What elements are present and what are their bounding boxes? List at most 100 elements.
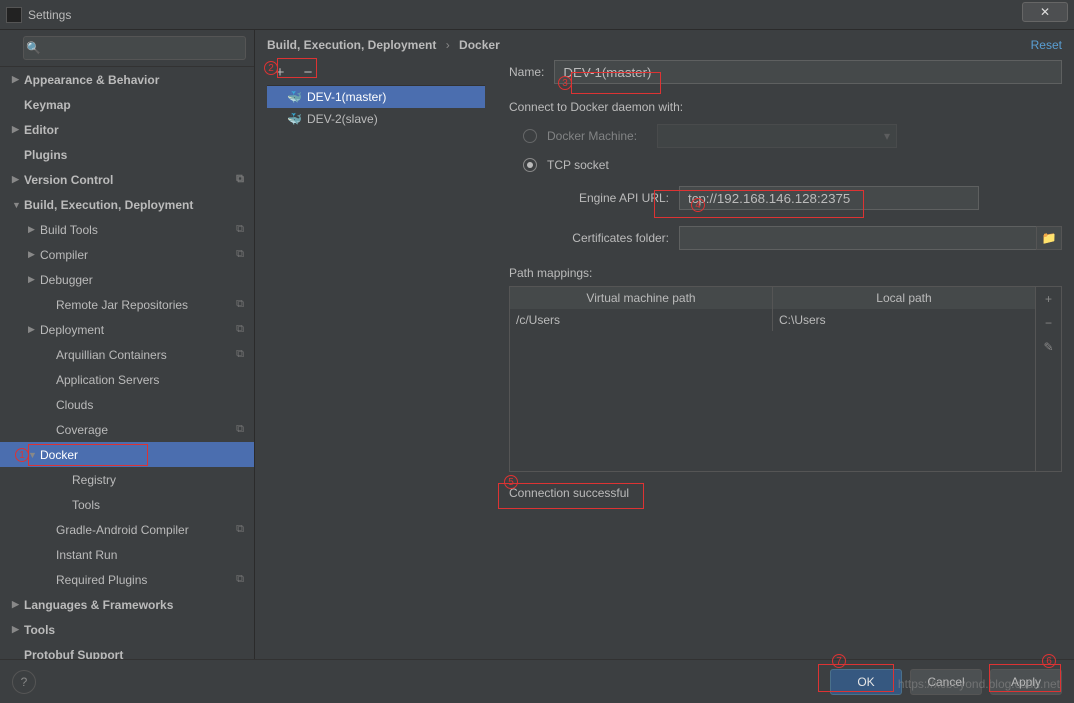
sidebar-item-label: Tools <box>72 498 100 512</box>
sidebar-item-label: Build, Execution, Deployment <box>24 198 193 212</box>
sidebar-item-label: Docker <box>40 448 78 462</box>
cert-folder-label: Certificates folder: <box>549 231 669 245</box>
project-scope-icon: ⧉ <box>236 298 244 311</box>
tcp-socket-label: TCP socket <box>547 158 609 172</box>
docker-item-label: DEV-1(master) <box>307 90 386 104</box>
path-mappings-label: Path mappings: <box>509 266 1062 280</box>
expand-arrow-icon: ▼ <box>28 450 40 460</box>
project-scope-icon: ⧉ <box>236 348 244 361</box>
breadcrumb-separator: › <box>446 38 450 52</box>
project-scope-icon: ⧉ <box>236 423 244 436</box>
sidebar-item-label: Instant Run <box>56 548 117 562</box>
expand-arrow-icon: ▶ <box>12 174 24 185</box>
path-mappings-table[interactable]: Virtual machine path Local path /c/Users… <box>509 286 1036 472</box>
sidebar-item-coverage[interactable]: Coverage ⧉ <box>0 417 254 442</box>
connect-section-label: Connect to Docker daemon with: <box>509 100 1062 114</box>
sidebar-item-gradle-android-compiler[interactable]: Gradle-Android Compiler⧉ <box>0 517 254 542</box>
sidebar-item-arquillian-containers[interactable]: Arquillian Containers ⧉ <box>0 342 254 367</box>
col-vm-path: Virtual machine path <box>510 287 773 309</box>
expand-arrow-icon: ▶ <box>12 124 24 135</box>
docker-machine-combo[interactable]: ▾ <box>657 124 897 148</box>
docker-item-dev-1-master-[interactable]: 🐳 DEV-1(master) <box>267 86 485 108</box>
expand-arrow-icon: ▼ <box>12 200 24 210</box>
sidebar-item-remote-jar-repositories[interactable]: Remote Jar Repositories ⧉ <box>0 292 254 317</box>
sidebar-item-label: Protobuf Support <box>24 648 123 660</box>
sidebar-item-instant-run[interactable]: Instant Run <box>0 542 254 567</box>
sidebar-item-label: Editor <box>24 123 59 137</box>
sidebar-item-tools[interactable]: ▶Tools <box>0 617 254 642</box>
sidebar-item-compiler[interactable]: ▶Compiler⧉ <box>0 242 254 267</box>
mapping-remove-button[interactable]: − <box>1036 311 1061 335</box>
sidebar-item-required-plugins[interactable]: Required Plugins⧉ <box>0 567 254 592</box>
sidebar-item-build-tools[interactable]: ▶Build Tools⧉ <box>0 217 254 242</box>
name-label: Name: <box>509 65 544 79</box>
sidebar-item-tools[interactable]: Tools <box>0 492 254 517</box>
sidebar-item-label: Required Plugins <box>56 573 147 587</box>
ok-button[interactable]: OK <box>830 669 902 695</box>
table-row[interactable]: /c/Users C:\Users <box>510 309 1035 331</box>
docker-icon: 🐳 <box>287 90 301 104</box>
sidebar-item-label: Plugins <box>24 148 67 162</box>
docker-list-toolbar: + − <box>267 60 485 86</box>
settings-sidebar: 🔍 ▶Appearance & BehaviorKeymap▶EditorPlu… <box>0 30 255 659</box>
settings-tree[interactable]: ▶Appearance & BehaviorKeymap▶EditorPlugi… <box>0 67 254 659</box>
tcp-socket-radio[interactable] <box>523 158 537 172</box>
expand-arrow-icon: ▶ <box>12 74 24 85</box>
sidebar-item-plugins[interactable]: Plugins <box>0 142 254 167</box>
browse-folder-button[interactable]: 📁 <box>1036 226 1062 250</box>
sidebar-item-label: Tools <box>24 623 55 637</box>
mapping-edit-button[interactable]: ✎ <box>1036 335 1061 359</box>
sidebar-item-deployment[interactable]: ▶Deployment⧉ <box>0 317 254 342</box>
name-input[interactable] <box>554 60 1062 84</box>
sidebar-item-label: Keymap <box>24 98 71 112</box>
sidebar-item-appearance-behavior[interactable]: ▶Appearance & Behavior <box>0 67 254 92</box>
sidebar-item-docker[interactable]: ▼Docker <box>0 442 254 467</box>
close-button[interactable]: ✕ <box>1022 2 1068 22</box>
breadcrumb-part1: Build, Execution, Deployment <box>267 38 436 52</box>
sidebar-item-label: Remote Jar Repositories <box>56 298 188 312</box>
expand-arrow-icon: ▶ <box>28 224 40 235</box>
sidebar-item-label: Arquillian Containers <box>56 348 167 362</box>
window-title: Settings <box>28 8 1022 22</box>
search-input[interactable] <box>23 36 246 60</box>
engine-url-input[interactable] <box>679 186 979 210</box>
breadcrumb: Build, Execution, Deployment › Docker <box>267 38 500 52</box>
project-scope-icon: ⧉ <box>236 523 244 536</box>
apply-button[interactable]: Apply <box>990 669 1062 695</box>
sidebar-item-label: Languages & Frameworks <box>24 598 173 612</box>
expand-arrow-icon: ▶ <box>28 324 40 335</box>
sidebar-item-clouds[interactable]: Clouds <box>0 392 254 417</box>
sidebar-item-editor[interactable]: ▶Editor <box>0 117 254 142</box>
project-scope-icon: ⧉ <box>236 173 244 186</box>
sidebar-item-debugger[interactable]: ▶Debugger <box>0 267 254 292</box>
docker-list[interactable]: 🐳 DEV-1(master) 🐳DEV-2(slave) <box>267 86 485 659</box>
add-docker-button[interactable]: + <box>271 64 289 82</box>
sidebar-item-label: Deployment <box>40 323 104 337</box>
sidebar-item-application-servers[interactable]: Application Servers <box>0 367 254 392</box>
sidebar-item-version-control[interactable]: ▶Version Control⧉ <box>0 167 254 192</box>
cell-local-path: C:\Users <box>773 309 1035 331</box>
sidebar-item-label: Debugger <box>40 273 93 287</box>
reset-link[interactable]: Reset <box>1031 38 1062 52</box>
sidebar-item-label: Registry <box>72 473 116 487</box>
docker-machine-label: Docker Machine: <box>547 129 637 143</box>
docker-machine-radio[interactable] <box>523 129 537 143</box>
sidebar-item-label: Build Tools <box>40 223 98 237</box>
col-local-path: Local path <box>773 287 1035 309</box>
sidebar-item-protobuf-support[interactable]: Protobuf Support <box>0 642 254 659</box>
sidebar-item-keymap[interactable]: Keymap <box>0 92 254 117</box>
sidebar-item-languages-frameworks[interactable]: ▶Languages & Frameworks <box>0 592 254 617</box>
sidebar-item-label: Clouds <box>56 398 93 412</box>
help-button[interactable]: ? <box>12 670 36 694</box>
cert-folder-input[interactable] <box>679 226 1037 250</box>
docker-item-dev-2-slave-[interactable]: 🐳DEV-2(slave) <box>267 108 485 130</box>
sidebar-item-label: Coverage <box>56 423 108 437</box>
connection-status: Connection successful <box>509 486 1062 500</box>
cancel-button[interactable]: Cancel <box>910 669 982 695</box>
sidebar-item-label: Appearance & Behavior <box>24 73 159 87</box>
sidebar-item-registry[interactable]: Registry <box>0 467 254 492</box>
breadcrumb-part2: Docker <box>459 38 500 52</box>
remove-docker-button[interactable]: − <box>299 64 317 82</box>
mapping-add-button[interactable]: + <box>1036 287 1061 311</box>
sidebar-item-build-execution-deployment[interactable]: ▼Build, Execution, Deployment <box>0 192 254 217</box>
